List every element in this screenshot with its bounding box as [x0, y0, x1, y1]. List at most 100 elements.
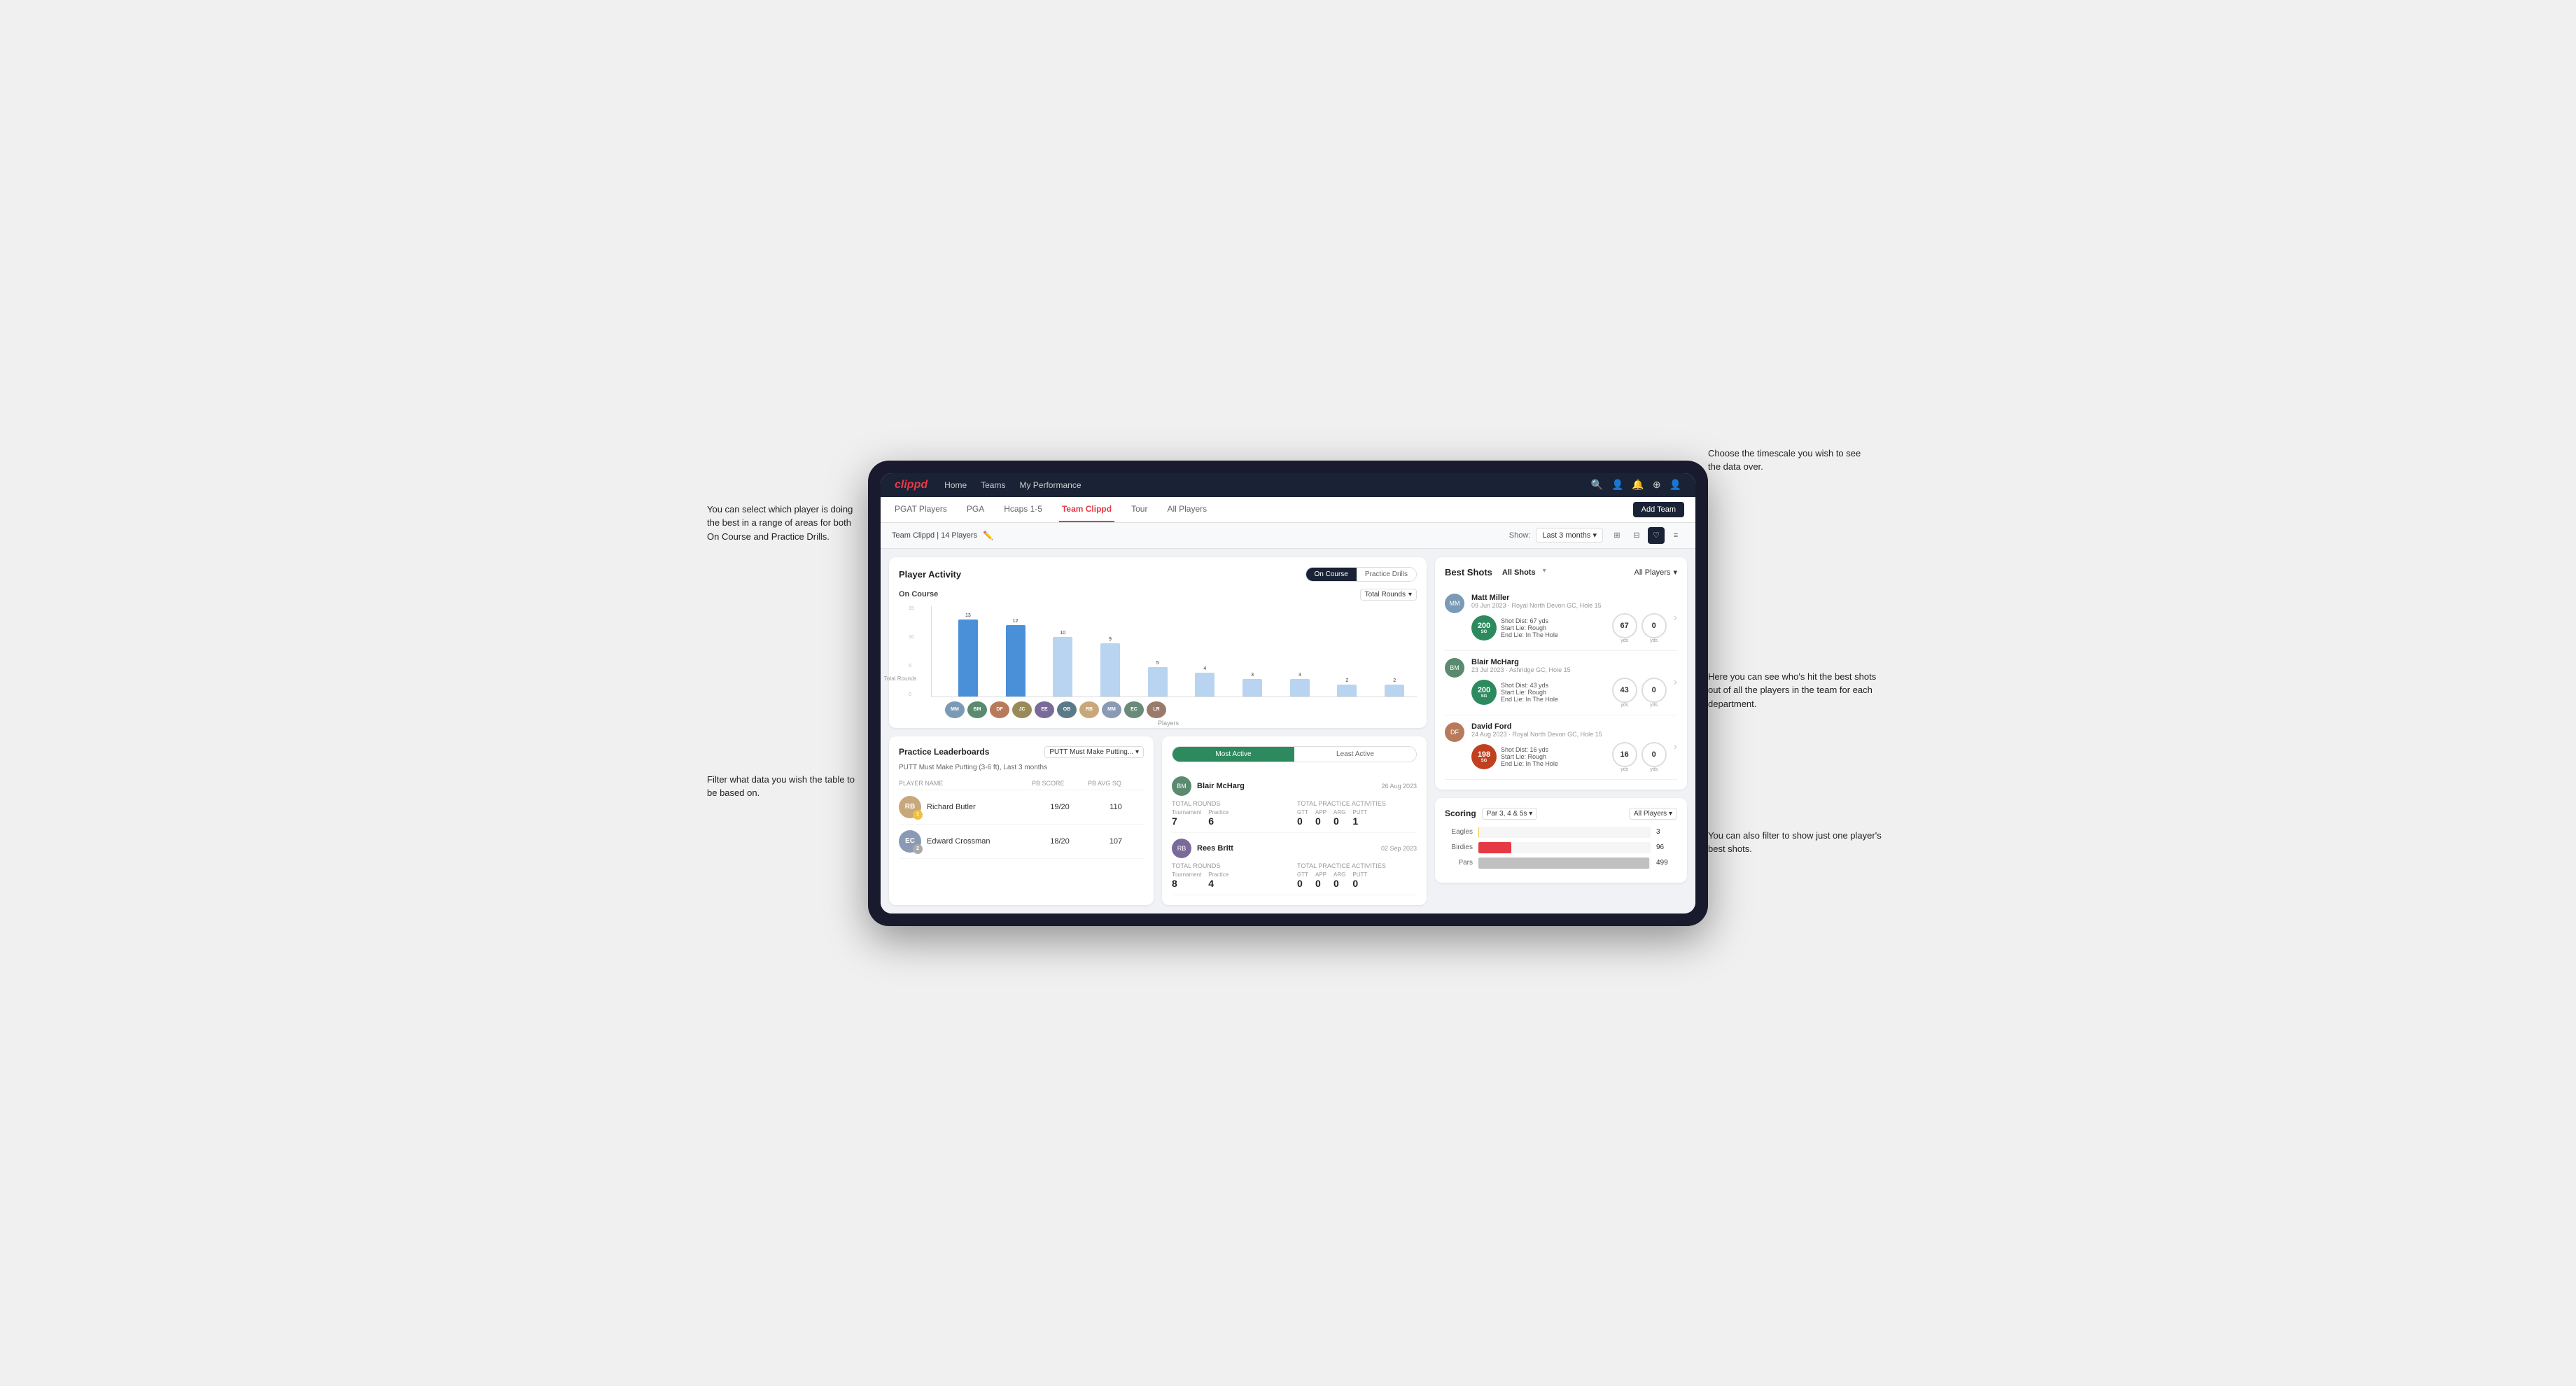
scoring-val-birdies: 96	[1656, 844, 1677, 851]
rounds-section-1: Total Rounds Tournament 7 Practice	[1172, 800, 1417, 827]
shot-badge-1: 200 SG	[1471, 615, 1497, 640]
leaderboard-row-1: RB 1 Richard Butler 19/20 110	[899, 790, 1144, 825]
add-team-button[interactable]: Add Team	[1633, 502, 1684, 517]
bar-value-9: 2	[1393, 678, 1396, 683]
putt-label-1: PUTT	[1352, 809, 1367, 816]
bar-group-7: 3	[1278, 673, 1322, 696]
tab-all-players[interactable]: All Players	[1164, 497, 1210, 522]
app-num-2: 0	[1315, 878, 1326, 889]
gtt-label-1: GTT	[1297, 809, 1308, 816]
practice-label-1: Practice	[1208, 809, 1228, 816]
grid-view-icon[interactable]: ⊞	[1609, 527, 1625, 544]
practice-num-2: 4	[1208, 878, 1228, 889]
user-icon[interactable]: 👤	[1611, 479, 1623, 491]
shot-row-2[interactable]: BM Blair McHarg 23 Jul 2023 · Ashridge G…	[1445, 651, 1677, 715]
list-view-icon[interactable]: ⊟	[1628, 527, 1645, 544]
time-select[interactable]: Last 3 months ▾	[1536, 528, 1603, 542]
tournament-num-1: 7	[1172, 816, 1201, 827]
mini-avatar-3: JC	[1012, 701, 1032, 718]
shot-metric-2b: 0 yds	[1642, 678, 1667, 708]
avatar-row: MMBMDFJCEEOBRBMMECLR	[931, 701, 1417, 718]
practice-activities-title-2: Total Practice Activities	[1297, 862, 1417, 869]
bell-icon[interactable]: 🔔	[1632, 479, 1644, 491]
tab-tour[interactable]: Tour	[1128, 497, 1150, 522]
active-date-1: 26 Aug 2023	[1381, 783, 1417, 790]
shot-info-2: Blair McHarg 23 Jul 2023 · Ashridge GC, …	[1471, 658, 1667, 708]
scoring-row-pars: Pars 499	[1445, 858, 1677, 869]
active-player-header-2: RB Rees Britt 02 Sep 2023	[1172, 839, 1417, 858]
bar-value-2: 10	[1060, 631, 1065, 636]
edit-icon[interactable]: ✏️	[983, 531, 993, 540]
player-avatar-2: EC 2	[899, 830, 921, 853]
bars-container: 1312109543322	[931, 606, 1417, 697]
bar-4	[1148, 667, 1168, 696]
practice-select[interactable]: PUTT Must Make Putting... ▾	[1044, 746, 1144, 758]
tablet-frame: clippd Home Teams My Performance 🔍 👤 🔔 ⊕…	[868, 461, 1708, 926]
practice-drills-toggle[interactable]: Practice Drills	[1357, 568, 1416, 581]
tab-hcaps[interactable]: Hcaps 1-5	[1001, 497, 1045, 522]
annotation-right-bottom: You can also filter to show just one pla…	[1708, 829, 1890, 856]
nav-teams[interactable]: Teams	[981, 480, 1005, 490]
chevron-right-3[interactable]: ›	[1674, 741, 1677, 753]
search-icon[interactable]: 🔍	[1591, 479, 1603, 491]
scoring-row-birdies: Birdies 96	[1445, 842, 1677, 853]
tablet-screen: clippd Home Teams My Performance 🔍 👤 🔔 ⊕…	[881, 473, 1695, 913]
chevron-right-2[interactable]: ›	[1674, 676, 1677, 689]
practice-activities-title-1: Total Practice Activities	[1297, 800, 1417, 807]
mini-avatar-5: OB	[1057, 701, 1077, 718]
gtt-label-2: GTT	[1297, 872, 1308, 878]
least-active-tab[interactable]: Least Active	[1294, 747, 1416, 762]
chevron-right-1[interactable]: ›	[1674, 612, 1677, 624]
shot-metric-1b: 0 yds	[1642, 613, 1667, 643]
mini-avatar-0: MM	[945, 701, 965, 718]
gtt-num-1: 0	[1297, 816, 1308, 827]
most-active-tab[interactable]: Most Active	[1172, 747, 1294, 762]
tab-pga[interactable]: PGA	[964, 497, 987, 522]
tab-team-clippd[interactable]: Team Clippd	[1059, 497, 1114, 522]
on-course-toggle[interactable]: On Course	[1306, 568, 1357, 581]
shot-row-1[interactable]: MM Matt Miller 09 Jun 2023 · Royal North…	[1445, 587, 1677, 651]
nav-home[interactable]: Home	[944, 480, 967, 490]
bar-2	[1053, 637, 1072, 696]
y-tick-10: 10	[909, 635, 914, 640]
toggle-group: On Course Practice Drills	[1306, 567, 1417, 582]
shot-row-3[interactable]: DF David Ford 24 Aug 2023 · Royal North …	[1445, 715, 1677, 780]
mini-avatar-1: BM	[967, 701, 987, 718]
y-tick-5: 5	[909, 664, 914, 668]
scoring-title: Scoring	[1445, 808, 1476, 818]
nav-my-performance[interactable]: My Performance	[1019, 480, 1081, 490]
all-shots-tab[interactable]: All Shots	[1498, 567, 1540, 578]
app-num-1: 0	[1315, 816, 1326, 827]
active-avatar-1: BM	[1172, 776, 1191, 796]
bar-value-4: 5	[1156, 661, 1159, 666]
practice-sub: PUTT Must Make Putting (3-6 ft), Last 3 …	[899, 764, 1144, 771]
player-activity-card: Player Activity On Course Practice Drill…	[889, 557, 1427, 728]
scoring-bar-pars	[1478, 858, 1651, 869]
y-tick-0: 0	[909, 692, 914, 697]
players-filter[interactable]: All Players ▾	[1634, 568, 1678, 577]
annotation-bottom-left: Filter what data you wish the table to b…	[707, 773, 861, 800]
shot-metric-2a: 43 yds	[1612, 678, 1637, 708]
player-info-2: EC 2 Edward Crossman	[899, 830, 1032, 853]
shot-stats-2: Shot Dist: 43 yds Start Lie: Rough End L…	[1501, 682, 1608, 703]
shot-metric-1a: 67 yds	[1612, 613, 1637, 643]
shot-avatar-2: BM	[1445, 658, 1464, 678]
tab-pgat[interactable]: PGAT Players	[892, 497, 950, 522]
scoring-bar-eagles	[1478, 827, 1651, 838]
scoring-filter-2[interactable]: All Players ▾	[1629, 808, 1677, 820]
menu-view-icon[interactable]: ≡	[1667, 527, 1684, 544]
chart-filter[interactable]: Total Rounds ▾	[1360, 589, 1417, 601]
heart-view-icon[interactable]: ♡	[1648, 527, 1665, 544]
shot-location-2: 23 Jul 2023 · Ashridge GC, Hole 15	[1471, 666, 1667, 673]
bar-7	[1290, 679, 1310, 696]
putt-num-1: 1	[1352, 816, 1367, 827]
avatar-icon[interactable]: 👤	[1670, 479, 1681, 491]
scoring-filter-1[interactable]: Par 3, 4 & 5s ▾	[1482, 808, 1538, 820]
player-activity-header: Player Activity On Course Practice Drill…	[899, 567, 1417, 582]
active-tabs: Most Active Least Active	[1172, 746, 1417, 762]
rounds-title-2: Total Rounds	[1172, 862, 1292, 869]
player-avatar-1: RB 1	[899, 796, 921, 818]
plus-circle-icon[interactable]: ⊕	[1653, 479, 1661, 491]
shot-avatar-3: DF	[1445, 722, 1464, 742]
shot-player-name-2: Blair McHarg	[1471, 658, 1667, 666]
